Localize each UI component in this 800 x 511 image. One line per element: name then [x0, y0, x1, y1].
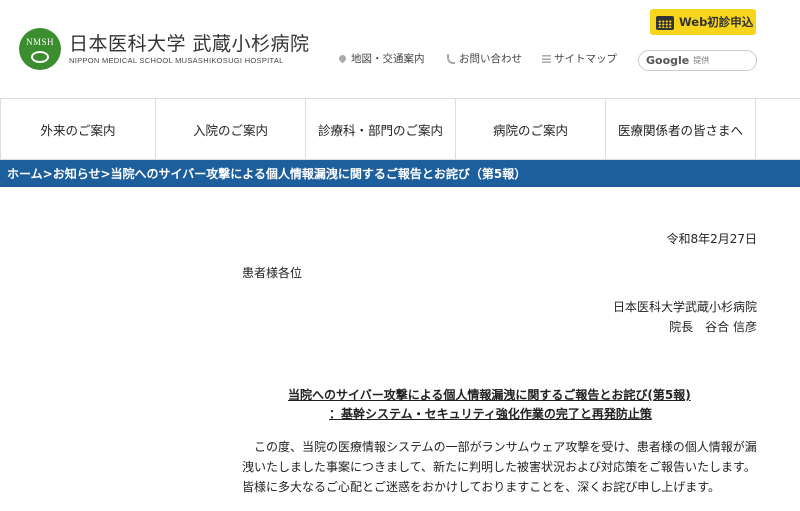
nav-hospital-info-label: 病院のご案内	[492, 122, 568, 138]
nav-inpatient[interactable]: 入院のご案内	[156, 99, 306, 159]
breadcrumb[interactable]: ホーム>お知らせ>当院へのサイバー攻撃による個人情報漏洩に関するご報告とお詫び（…	[0, 160, 800, 187]
nav-hospital-info[interactable]: 病院のご案内	[456, 99, 606, 159]
sitemap-link[interactable]: サイトマップ	[542, 51, 617, 66]
site-header: NMSH 日本医科大学 武蔵小杉病院 NIPPON MEDICAL SCHOOL…	[0, 0, 800, 98]
notice-title-line2: ：基幹システム・セキュリティ強化作業の完了と再発防止策	[329, 407, 652, 421]
global-nav: 外来のご案内 入院のご案内 診療科・部門のご案内 病院のご案内 医療関係者の皆さ…	[0, 98, 800, 160]
logo-mark-icon: NMSH	[19, 28, 61, 70]
web-first-visit-label: Web初診申込	[679, 15, 754, 29]
nav-inpatient-label: 入院のご案内	[192, 122, 268, 138]
nav-medical-professionals-label: 医療関係者の皆さまへ	[617, 122, 743, 138]
google-brand: Google	[646, 54, 690, 67]
notice-title-line1: 当院へのサイバー攻撃による個人情報漏洩に関するご報告とお詫び(第5報)	[288, 388, 691, 402]
nav-outpatient[interactable]: 外来のご案内	[0, 99, 156, 159]
nav-outpatient-label: 外来のご案内	[40, 122, 116, 138]
map-access-link[interactable]: 地図・交通案内	[337, 51, 425, 66]
nav-departments[interactable]: 診療科・部門のご案内	[306, 99, 456, 159]
contact-link[interactable]: お問い合わせ	[447, 51, 522, 66]
nav-medical-professionals[interactable]: 医療関係者の皆さまへ	[606, 99, 756, 159]
list-icon	[542, 54, 551, 63]
contact-label: お問い合わせ	[459, 53, 522, 65]
hospital-logo[interactable]: NMSH 日本医科大学 武蔵小杉病院 NIPPON MEDICAL SCHOOL…	[19, 28, 310, 70]
logo-mark-text: NMSH	[25, 37, 54, 47]
logo-title: 日本医科大学 武蔵小杉病院	[69, 33, 310, 55]
map-access-label: 地図・交通案内	[351, 53, 425, 65]
sender-org: 日本医科大学武蔵小杉病院	[612, 300, 757, 314]
logo-subtitle: NIPPON MEDICAL SCHOOL MUSASHIKOSUGI HOSP…	[69, 56, 284, 65]
site-search-input[interactable]: Google 提供	[638, 50, 757, 71]
calendar-icon	[656, 14, 674, 30]
sender-name: 院長 谷合 信彦	[669, 320, 757, 334]
google-provided-label: 提供	[693, 56, 710, 65]
notice-body-paragraph: この度、当院の医療情報システムの一部がランサムウェア攻撃を受け、患者様の個人情報…	[242, 440, 757, 494]
map-pin-icon	[337, 53, 348, 64]
letter-date: 令和8年2月27日	[666, 232, 757, 246]
web-first-visit-button[interactable]: Web初診申込	[650, 9, 756, 35]
phone-icon	[447, 53, 455, 64]
sitemap-label: サイトマップ	[554, 53, 617, 65]
letter-addressee: 患者様各位	[242, 266, 303, 280]
nav-departments-label: 診療科・部門のご案内	[317, 122, 443, 138]
